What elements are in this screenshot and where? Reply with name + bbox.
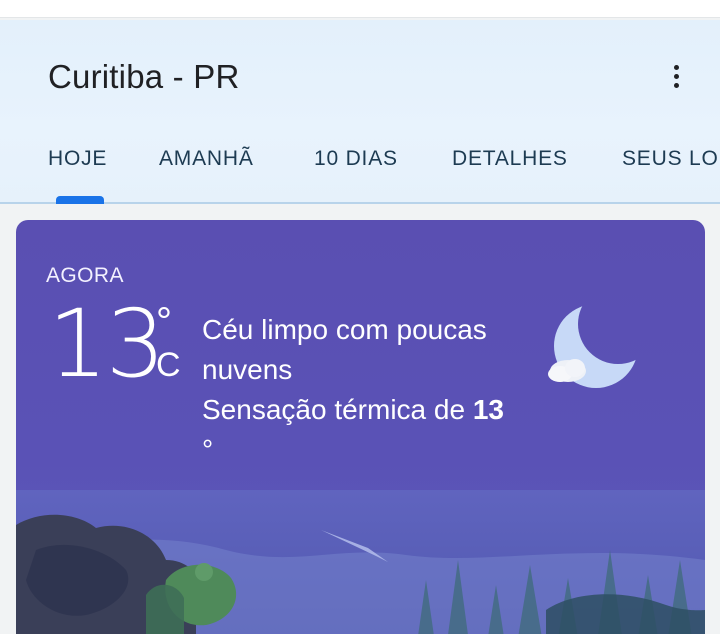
- feels-like-text: Sensação térmica de 13 °: [202, 390, 522, 470]
- tab-10-days[interactable]: 10 DIAS: [314, 147, 398, 171]
- current-temperature: 13: [48, 290, 166, 399]
- feels-like-unit: °: [202, 434, 214, 465]
- tab-details[interactable]: DETALHES: [452, 147, 568, 171]
- weather-header: Curitiba - PR HOJE AMANHÃ 10 DIAS DETALH…: [0, 20, 720, 204]
- tab-today[interactable]: HOJE: [48, 147, 107, 171]
- top-card-edge: [0, 0, 720, 18]
- selected-tab-indicator: [56, 196, 104, 204]
- degree-symbol: °: [156, 300, 172, 344]
- more-vert-icon[interactable]: [660, 56, 692, 96]
- now-label: AGORA: [46, 264, 124, 287]
- tab-tomorrow[interactable]: AMANHÃ: [159, 147, 254, 171]
- condition-text: Céu limpo com poucas nuvens: [202, 314, 487, 385]
- temperature-unit: C: [156, 346, 181, 384]
- tab-your-locations[interactable]: SEUS LO: [622, 147, 719, 171]
- city-title: Curitiba - PR: [48, 58, 240, 95]
- current-weather-card[interactable]: AGORA 13 ° C Céu limpo com poucas nuvens…: [16, 220, 705, 634]
- night-scenery-illustration: [16, 490, 705, 634]
- forecast-tabs: HOJE AMANHÃ 10 DIAS DETALHES SEUS LO: [0, 144, 720, 204]
- feels-like-value: 13: [472, 394, 504, 425]
- feels-like-label: Sensação térmica de: [202, 394, 466, 425]
- moon-cloud-icon: [548, 304, 638, 388]
